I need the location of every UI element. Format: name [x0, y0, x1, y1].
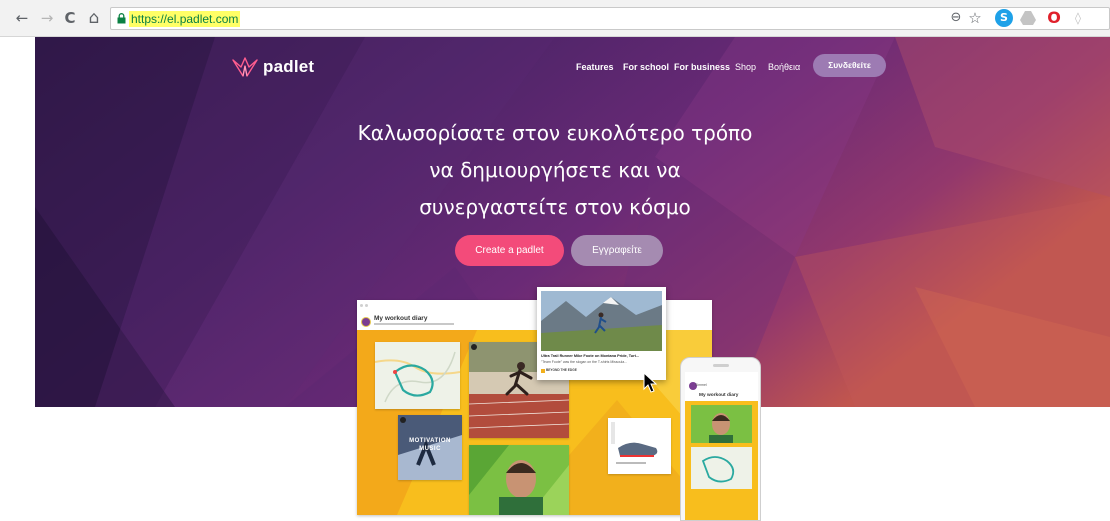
- window-dot: [365, 304, 368, 307]
- trail-image: [541, 291, 662, 351]
- logo-text: padlet: [263, 57, 315, 76]
- trail-card-description: "Team Foote" was the slogan on the T-shi…: [541, 360, 628, 364]
- headline-line: συνεργαστείτε στον κόσμο: [419, 195, 691, 219]
- create-padlet-button[interactable]: Create a padlet: [455, 235, 564, 266]
- window-dot: [360, 304, 363, 307]
- phone-user-name: Kimmel: [695, 383, 707, 387]
- padlet-logo-icon: [232, 57, 258, 77]
- portrait-image: [469, 445, 569, 515]
- phone-board: [685, 401, 758, 520]
- phone-portrait-image: [691, 405, 752, 443]
- mouse-cursor-icon: [643, 372, 657, 393]
- hero-headline: Καλωσορίσατε στον ευκολότερο τρόπο να δη…: [305, 115, 805, 226]
- signup-button[interactable]: Εγγραφείτε: [571, 235, 663, 266]
- headline-line: Καλωσορίσατε στον ευκολότερο τρόπο: [357, 121, 753, 145]
- nav-help[interactable]: Βοήθεια: [768, 62, 800, 73]
- extension-icon[interactable]: ◊: [1069, 9, 1087, 27]
- login-button[interactable]: Συνδεθείτε: [813, 54, 886, 77]
- skype-extension-icon[interactable]: S: [995, 9, 1013, 27]
- home-icon[interactable]: ⌂: [85, 9, 103, 27]
- lock-icon: [117, 13, 126, 24]
- nav-shop[interactable]: Shop: [735, 62, 756, 73]
- headline-line: να δημιουργήσετε και να: [429, 158, 681, 182]
- reload-icon[interactable]: C: [61, 9, 79, 27]
- board-avatar: [361, 317, 371, 327]
- drive-extension-icon[interactable]: [1019, 10, 1037, 26]
- map-card: [375, 342, 460, 409]
- back-icon[interactable]: ←: [13, 9, 31, 27]
- motivation-text: MOTIVATION MUSIC: [409, 438, 451, 452]
- trail-card-source: BEYOND THE EDGE: [546, 368, 577, 372]
- bookmark-star-icon[interactable]: ☆: [966, 9, 984, 27]
- board-subtitle-placeholder: [374, 323, 454, 325]
- url-text[interactable]: https://el.padlet.com: [129, 11, 241, 27]
- phone-speaker: [713, 364, 729, 367]
- nav-features[interactable]: Features: [576, 62, 614, 73]
- source-icon: [541, 369, 545, 373]
- portrait-card: [469, 445, 569, 515]
- board-title: My workout diary: [374, 315, 428, 322]
- forward-icon[interactable]: →: [38, 9, 56, 27]
- trail-runner-card: Ultra Trail Runner Mike Foote on Montana…: [537, 287, 666, 380]
- nav-for-school[interactable]: For school: [623, 62, 669, 73]
- zoom-icon[interactable]: ⊖: [947, 9, 965, 27]
- trail-card-title: Ultra Trail Runner Mike Foote on Montana…: [541, 354, 640, 358]
- phone-map-image: [691, 447, 752, 489]
- shoe-card: [608, 418, 671, 474]
- phone-preview: Kimmel My workout diary: [680, 357, 761, 521]
- opera-extension-icon[interactable]: O: [1045, 9, 1063, 27]
- browser-toolbar: ← → C ⌂ https://el.padlet.com ⊖ ☆ S O ◊: [0, 0, 1110, 37]
- motivation-music-card: MOTIVATION MUSIC: [398, 415, 462, 480]
- map-image: [375, 342, 460, 409]
- nav-for-business[interactable]: For business: [674, 62, 730, 73]
- phone-board-title: My workout diary: [699, 393, 739, 398]
- shoe-image: [608, 418, 671, 474]
